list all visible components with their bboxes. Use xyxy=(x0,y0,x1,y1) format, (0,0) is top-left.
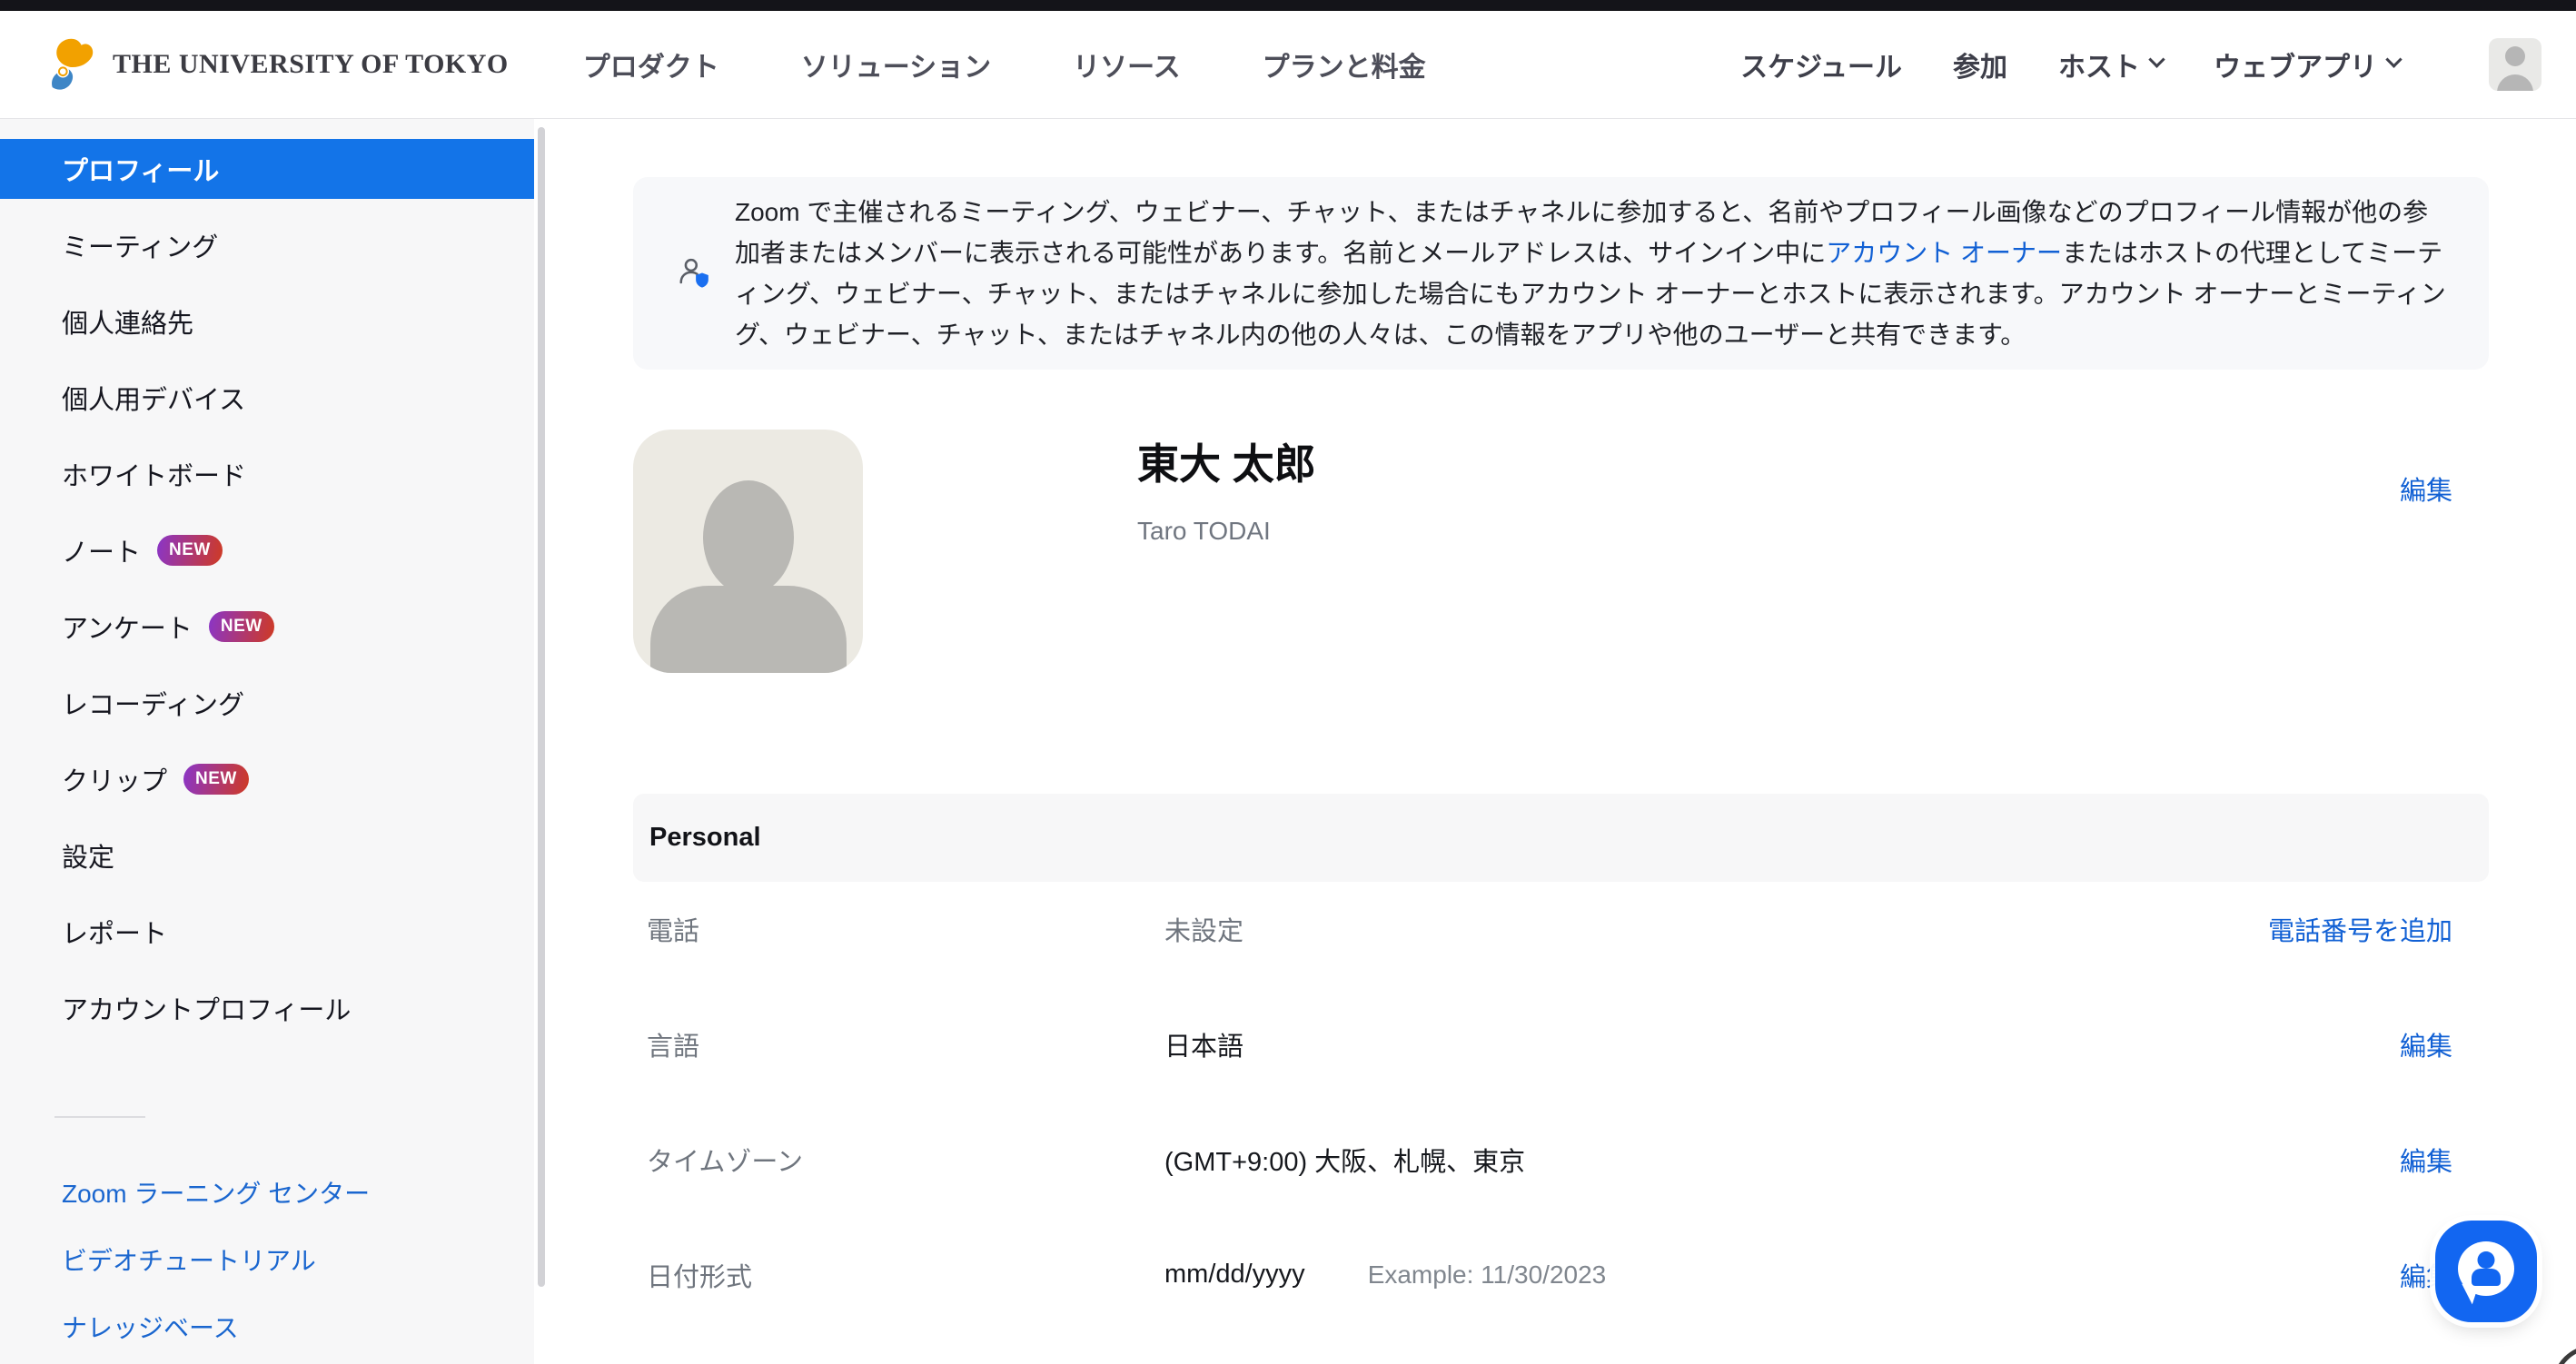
add-phone-number-link[interactable]: 電話番号を追加 xyxy=(2268,910,2452,948)
sidebar-item-clips[interactable]: クリップNEW xyxy=(0,749,534,809)
sidebar-footer-links: Zoom ラーニング センター ビデオチュートリアル ナレッジベース xyxy=(0,1159,534,1360)
nav-host-dropdown[interactable]: ホスト xyxy=(2058,44,2163,84)
row-value: 未設定 xyxy=(1164,910,1243,948)
link-learning-center[interactable]: Zoom ラーニング センター xyxy=(0,1159,534,1226)
nav-schedule[interactable]: スケジュール xyxy=(1740,44,1902,84)
ginkgo-leaf-icon xyxy=(44,36,98,93)
sidebar-item-account-profile[interactable]: アカウントプロフィール xyxy=(0,978,534,1038)
profile-romanized-name: Taro TODAI xyxy=(1137,517,1316,546)
sidebar-item-surveys[interactable]: アンケートNEW xyxy=(0,597,534,657)
row-label: 日付形式 xyxy=(647,1256,1164,1294)
chat-bubble-person-icon xyxy=(2458,1241,2514,1296)
edit-profile-link[interactable]: 編集 xyxy=(2400,469,2452,508)
main-content: Zoom で主催されるミーティング、ウェビナー、チャット、またはチャネルに参加す… xyxy=(549,119,2576,1364)
new-badge: NEW xyxy=(183,764,249,795)
account-owner-link[interactable]: アカウント オーナー xyxy=(1826,239,2062,267)
site-header: THE UNIVERSITY OF TOKYO プロダクト ソリューション リソ… xyxy=(0,11,2576,119)
scrollbar-track xyxy=(534,119,549,1364)
sidebar-item-settings[interactable]: 設定 xyxy=(0,825,534,885)
nav-webapp-dropdown[interactable]: ウェブアプリ xyxy=(2214,44,2400,84)
utokyo-logo[interactable]: THE UNIVERSITY OF TOKYO xyxy=(44,36,509,93)
privacy-notice: Zoom で主催されるミーティング、ウェビナー、チャット、またはチャネルに参加す… xyxy=(633,177,2489,370)
link-knowledge-base[interactable]: ナレッジベース xyxy=(0,1293,534,1360)
nav-products[interactable]: プロダクト xyxy=(583,44,719,84)
row-language: 言語 日本語 編集 xyxy=(633,986,2489,1102)
personal-section-title: Personal xyxy=(649,823,761,853)
row-label: タイムゾーン xyxy=(647,1141,1164,1179)
zoom-profile-page: THE UNIVERSITY OF TOKYO プロダクト ソリューション リソ… xyxy=(0,0,2576,1364)
link-video-tutorials[interactable]: ビデオチュートリアル xyxy=(0,1226,534,1293)
sidebar-item-personal-contacts[interactable]: 個人連絡先 xyxy=(0,292,534,351)
top-dark-strip xyxy=(0,0,2576,11)
sidebar-nav: プロフィール ミーティング 個人連絡先 個人用デバイス ホワイトボード ノートN… xyxy=(0,139,534,1038)
privacy-notice-text: Zoom で主催されるミーティング、ウェビナー、チャット、またはチャネルに参加す… xyxy=(735,192,2447,355)
sidebar: プロフィール ミーティング 個人連絡先 個人用デバイス ホワイトボード ノートN… xyxy=(0,119,534,1364)
sidebar-item-profile[interactable]: プロフィール xyxy=(0,139,534,199)
profile-privacy-icon xyxy=(677,256,711,291)
profile-avatar[interactable] xyxy=(633,430,863,673)
right-nav: スケジュール 参加 ホスト ウェブアプリ xyxy=(1740,38,2541,91)
row-timezone: タイムゾーン (GMT+9:00) 大阪、札幌、東京 編集 xyxy=(633,1102,2489,1217)
row-value: mm/dd/yyyy xyxy=(1164,1260,1305,1290)
profile-name: 東大 太郎 xyxy=(1137,431,1316,491)
date-format-example: Example: 11/30/2023 xyxy=(1368,1260,1607,1290)
row-value: 日本語 xyxy=(1164,1025,1243,1063)
chevron-down-icon xyxy=(2148,51,2165,67)
sidebar-item-notes[interactable]: ノートNEW xyxy=(0,520,534,580)
edit-language-link[interactable]: 編集 xyxy=(2400,1025,2452,1063)
row-label: 言語 xyxy=(647,1025,1164,1063)
chevron-down-icon xyxy=(2385,51,2402,67)
profile-header: 東大 太郎 Taro TODAI 編集 xyxy=(633,430,2489,673)
sidebar-item-whiteboard[interactable]: ホワイトボード xyxy=(0,444,534,504)
support-chat-button[interactable] xyxy=(2435,1221,2537,1322)
edit-timezone-link[interactable]: 編集 xyxy=(2400,1141,2452,1179)
nav-solutions[interactable]: ソリューション xyxy=(801,44,991,84)
nav-plans-pricing[interactable]: プランと料金 xyxy=(1263,44,1426,84)
personal-rows: 電話 未設定 電話番号を追加 言語 日本語 編集 タイムゾーン (GMT+9:0… xyxy=(633,871,2489,1332)
logo-text: THE UNIVERSITY OF TOKYO xyxy=(113,49,509,80)
row-label: 電話 xyxy=(647,910,1164,948)
nav-resources[interactable]: リソース xyxy=(1073,44,1181,84)
sidebar-divider xyxy=(54,1116,145,1118)
new-badge: NEW xyxy=(209,611,274,642)
content-shell: プロフィール ミーティング 個人連絡先 個人用デバイス ホワイトボード ノートN… xyxy=(0,119,2576,1364)
sidebar-item-reports[interactable]: レポート xyxy=(0,902,534,962)
header-avatar[interactable] xyxy=(2489,38,2541,91)
row-date-format: 日付形式 mm/dd/yyyy Example: 11/30/2023 編集 xyxy=(633,1217,2489,1332)
sidebar-item-recordings[interactable]: レコーディング xyxy=(0,673,534,733)
scrollbar-thumb[interactable] xyxy=(538,127,545,1287)
profile-info: 東大 太郎 Taro TODAI xyxy=(1137,430,1316,673)
new-badge: NEW xyxy=(157,535,223,566)
row-value: (GMT+9:00) 大阪、札幌、東京 xyxy=(1164,1141,1525,1179)
nav-join[interactable]: 参加 xyxy=(1953,44,2007,84)
sidebar-item-personal-devices[interactable]: 個人用デバイス xyxy=(0,368,534,428)
row-phone: 電話 未設定 電話番号を追加 xyxy=(633,871,2489,986)
sidebar-item-meetings[interactable]: ミーティング xyxy=(0,215,534,275)
main-nav: プロダクト ソリューション リソース プランと料金 xyxy=(583,44,1426,84)
personal-section-bar: Personal xyxy=(633,794,2489,882)
